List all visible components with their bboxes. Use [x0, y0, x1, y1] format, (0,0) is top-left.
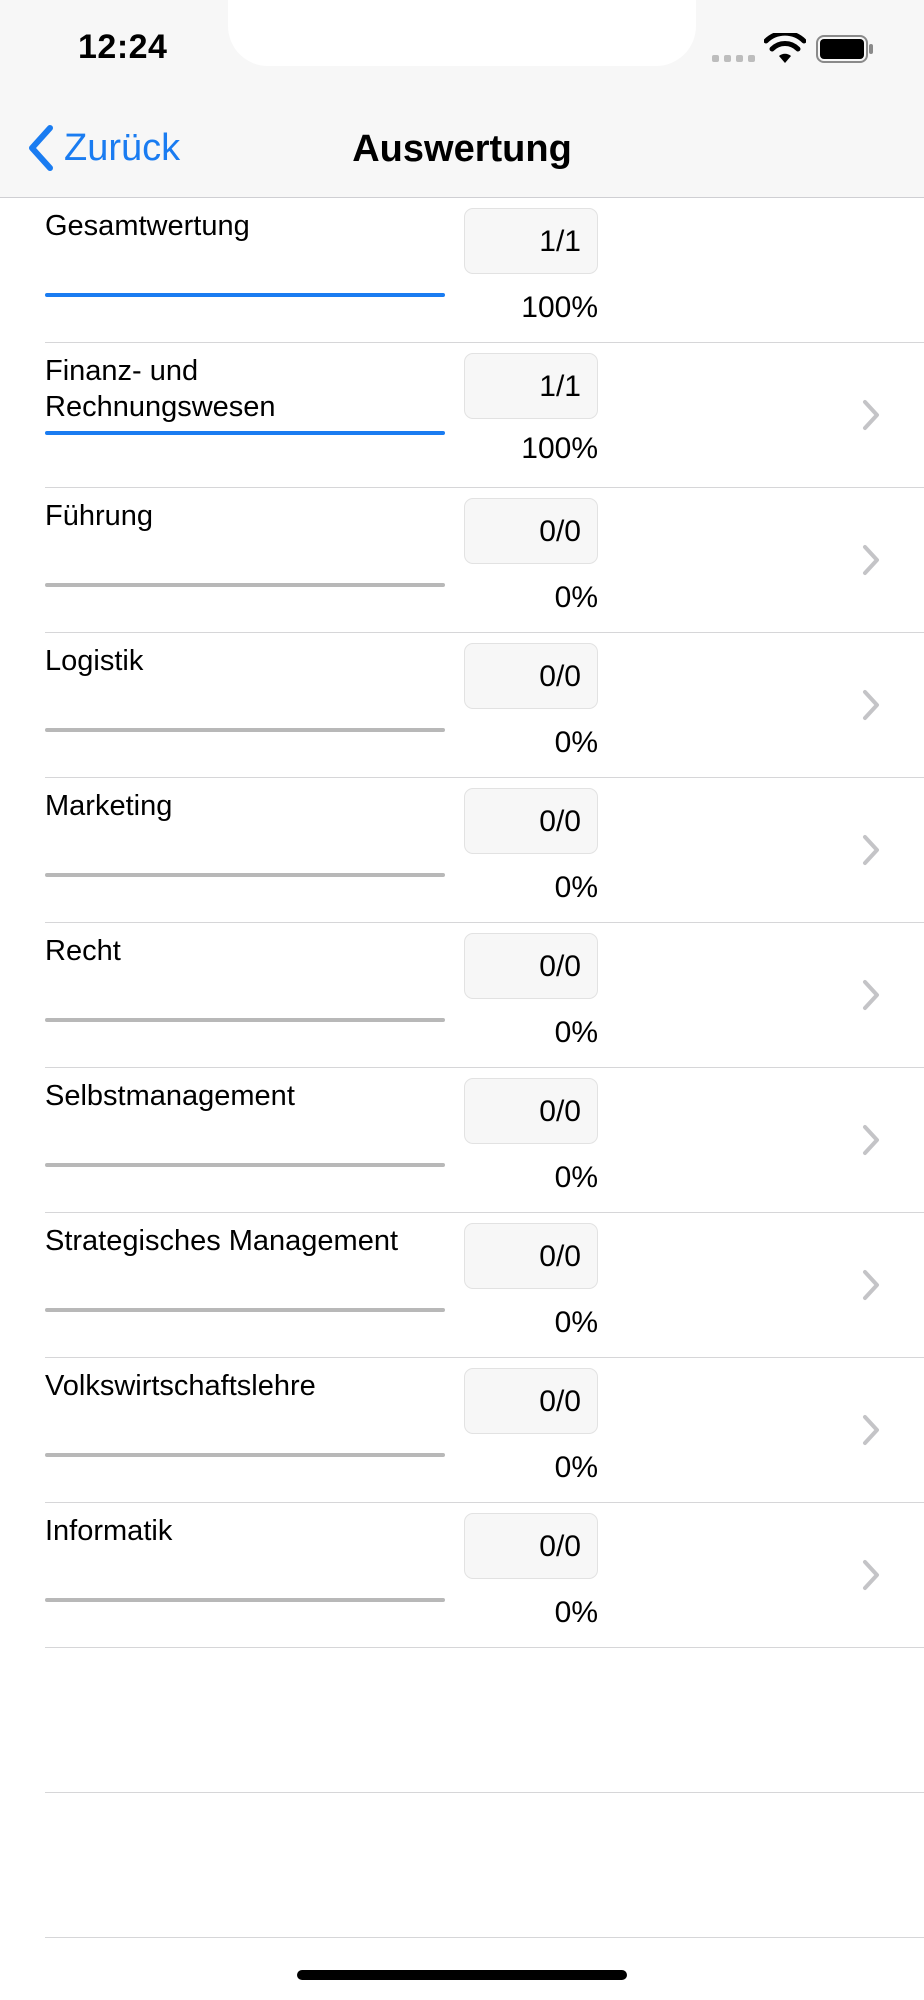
progress-bar — [45, 873, 445, 877]
progress-bar — [45, 293, 445, 297]
category-label: Recht — [45, 935, 121, 967]
category-label: Finanz- und Rechnungswesen — [45, 355, 276, 423]
category-row[interactable]: Volkswirtschaftslehre 0/0 0% — [45, 1358, 924, 1503]
status-time: 12:24 — [78, 28, 168, 66]
category-label: Marketing — [45, 790, 173, 822]
score-field: 0/0 — [464, 1223, 598, 1289]
wifi-icon — [764, 33, 806, 63]
empty-row — [45, 1793, 924, 1938]
score-field: 0/0 — [464, 1078, 598, 1144]
category-label: Logistik — [45, 645, 144, 677]
score-field: 0/0 — [464, 1368, 598, 1434]
score-field: 0/0 — [464, 643, 598, 709]
progress-bar — [45, 728, 445, 732]
percent-label: 0% — [554, 1596, 598, 1629]
percent-label: 0% — [554, 871, 598, 904]
percent-label: 100% — [521, 432, 598, 465]
device-notch — [228, 0, 696, 66]
empty-row — [45, 1648, 924, 1793]
progress-bar — [45, 1598, 445, 1602]
category-row[interactable]: Recht 0/0 0% — [45, 923, 924, 1068]
chevron-right-icon — [863, 835, 879, 865]
category-row[interactable]: Logistik 0/0 0% — [45, 633, 924, 778]
navigation-bar: 12:24 Zurück Auswertung — [0, 0, 924, 198]
percent-label: 0% — [554, 1451, 598, 1484]
category-row: Gesamtwertung 1/1 100% — [45, 198, 924, 343]
percent-label: 0% — [554, 726, 598, 759]
page-title: Auswertung — [352, 128, 572, 170]
evaluation-list: Gesamtwertung 1/1 100% Finanz- und Rechnung… — [0, 198, 924, 1938]
category-label: Selbstmanagement — [45, 1080, 295, 1112]
score-field: 0/0 — [464, 933, 598, 999]
percent-label: 0% — [554, 581, 598, 614]
score-field: 1/1 — [464, 208, 598, 274]
percent-label: 0% — [554, 1161, 598, 1194]
category-row[interactable]: Selbstmanagement 0/0 0% — [45, 1068, 924, 1213]
category-label: Informatik — [45, 1515, 173, 1547]
progress-bar — [45, 583, 445, 587]
chevron-right-icon — [863, 545, 879, 575]
chevron-right-icon — [863, 1560, 879, 1590]
progress-bar — [45, 431, 445, 435]
progress-bar — [45, 1453, 445, 1457]
progress-fill — [45, 431, 445, 435]
chevron-right-icon — [863, 980, 879, 1010]
category-row[interactable]: Strategisches Management 0/0 0% — [45, 1213, 924, 1358]
battery-icon — [816, 35, 873, 63]
progress-fill — [45, 293, 445, 297]
category-label: Strategisches Management — [45, 1225, 399, 1257]
percent-label: 0% — [554, 1306, 598, 1339]
percent-label: 100% — [521, 291, 598, 324]
progress-bar — [45, 1018, 445, 1022]
category-label: Führung — [45, 500, 154, 532]
score-field: 1/1 — [464, 353, 598, 419]
category-row[interactable]: Finanz- und Rechnungswesen 1/1 100% — [45, 343, 924, 488]
category-row[interactable]: Marketing 0/0 0% — [45, 778, 924, 923]
percent-label: 0% — [554, 1016, 598, 1049]
category-label: Volkswirtschaftslehre — [45, 1370, 316, 1402]
category-label: Gesamtwertung — [45, 210, 250, 242]
progress-bar — [45, 1163, 445, 1167]
home-indicator — [297, 1970, 627, 1980]
category-row[interactable]: Informatik 0/0 0% — [45, 1503, 924, 1648]
category-row[interactable]: Führung 0/0 0% — [45, 488, 924, 633]
chevron-right-icon — [863, 690, 879, 720]
chevron-right-icon — [863, 1415, 879, 1445]
score-field: 0/0 — [464, 788, 598, 854]
score-field: 0/0 — [464, 498, 598, 564]
chevron-right-icon — [863, 1270, 879, 1300]
chevron-right-icon — [863, 400, 879, 430]
chevron-right-icon — [863, 1125, 879, 1155]
progress-bar — [45, 1308, 445, 1312]
score-field: 0/0 — [464, 1513, 598, 1579]
signal-dots-icon — [712, 55, 755, 62]
